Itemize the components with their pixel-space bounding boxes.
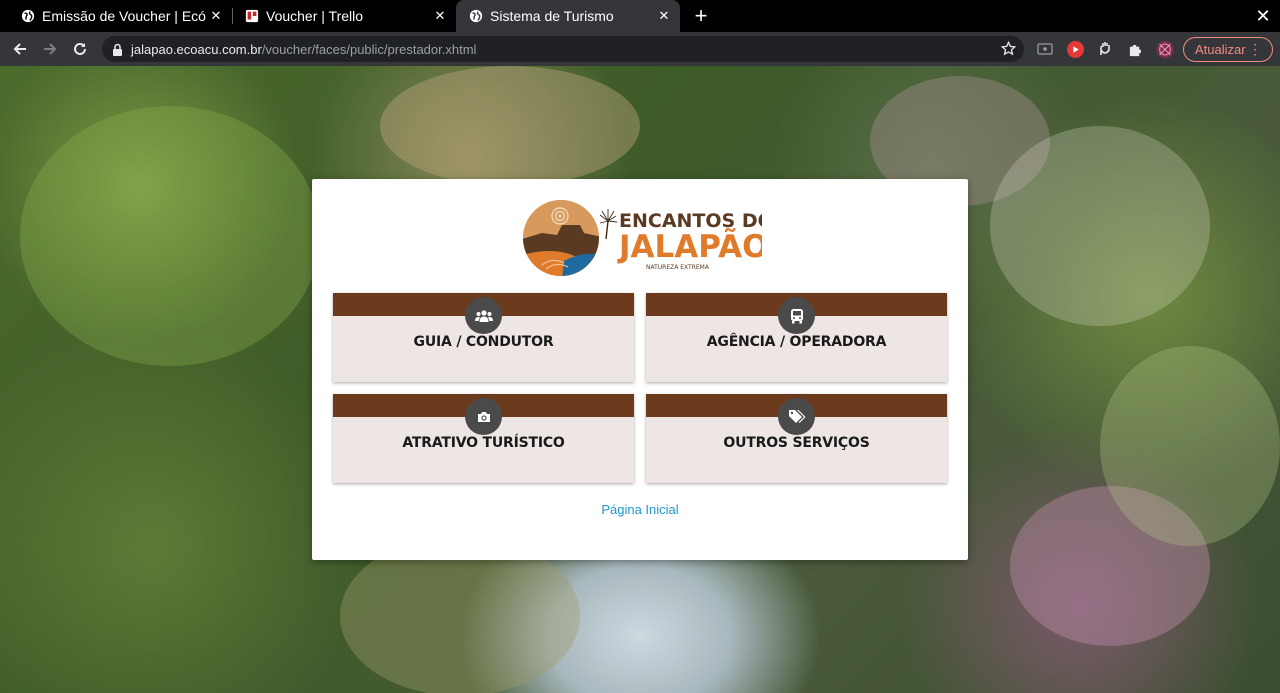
tile-label: GUIA / CONDUTOR [413,334,554,350]
close-icon[interactable]: ✕ [430,6,450,26]
tile-guia-condutor[interactable]: GUIA / CONDUTOR [333,293,634,382]
tile-atrativo-turistico[interactable]: ATRATIVO TURÍSTICO [333,394,634,483]
forward-button[interactable] [39,38,61,60]
tab-voucher-trello[interactable]: Voucher | Trello ✕ [224,0,456,32]
tab-emissao-voucher[interactable]: Emissão de Voucher | Ecó ✕ [0,0,232,32]
reload-icon [74,42,86,55]
update-label: Atualizar [1195,42,1246,57]
group-icon [465,297,502,334]
tags-icon [778,398,815,435]
cast-icon[interactable] [1036,40,1054,58]
camera-icon [465,398,502,435]
arrow-right-icon [44,43,57,55]
home-link[interactable]: Página Inicial [312,502,968,517]
tile-label: AGÊNCIA / OPERADORA [706,334,887,350]
background-foliage [1100,346,1280,546]
close-icon[interactable]: ✕ [654,6,674,26]
extension-hand-icon[interactable] [1096,40,1114,58]
encantos-jalapao-logo: ENCANTOS DO JALAPÃO NATUREZA EXTREMA [523,200,762,276]
logo-line2: JALAPÃO [617,228,762,265]
url-text: jalapao.ecoacu.com.br/voucher/faces/publ… [131,42,476,57]
provider-selection-card: ENCANTOS DO JALAPÃO NATUREZA EXTREMA GUI… [312,179,968,560]
background-foliage [990,126,1210,326]
puzzle-icon[interactable] [1126,40,1144,58]
background-foliage [380,66,640,186]
url-path: /voucher/faces/public/prestador.xhtml [261,41,477,57]
address-bar[interactable]: jalapao.ecoacu.com.br/voucher/faces/publ… [102,36,1024,62]
back-button[interactable] [9,38,31,60]
arrow-left-icon [13,43,26,55]
bookmark-star-icon[interactable] [1001,41,1016,56]
tile-label: OUTROS SERVIÇOS [723,435,870,451]
trello-icon [244,8,260,24]
close-window-button[interactable]: ✕ [1253,5,1273,27]
page-background: ENCANTOS DO JALAPÃO NATUREZA EXTREMA GUI… [0,66,1280,693]
update-browser-button[interactable]: Atualizar ⋮ [1183,37,1273,62]
tab-title: Emissão de Voucher | Ecó [42,8,206,24]
tile-agencia-operadora[interactable]: AGÊNCIA / OPERADORA [646,293,947,382]
close-icon[interactable]: ✕ [206,6,226,26]
tab-sistema-turismo[interactable]: Sistema de Turismo ✕ [456,0,680,32]
bus-icon [778,297,815,334]
tab-title: Sistema de Turismo [490,8,614,24]
youtube-extension-icon[interactable] [1066,40,1084,58]
browser-toolbar: jalapao.ecoacu.com.br/voucher/faces/publ… [0,32,1280,66]
lock-icon [112,43,123,56]
tab-title: Voucher | Trello [266,8,364,24]
globe-icon [468,8,484,24]
url-host: jalapao.ecoacu.com.br [131,41,262,57]
background-foliage [20,106,320,366]
menu-dots-icon: ⋮ [1248,41,1262,57]
logo-tagline: NATUREZA EXTREMA [646,264,710,271]
new-tab-button[interactable]: + [690,5,712,27]
globe-icon [20,8,36,24]
tile-label: ATRATIVO TURÍSTICO [402,435,565,451]
reload-button[interactable] [69,38,91,60]
tab-strip: Emissão de Voucher | Ecó ✕ Voucher | Tre… [0,0,1280,32]
tile-outros-servicos[interactable]: OUTROS SERVIÇOS [646,394,947,483]
profile-avatar-icon[interactable] [1156,40,1174,58]
